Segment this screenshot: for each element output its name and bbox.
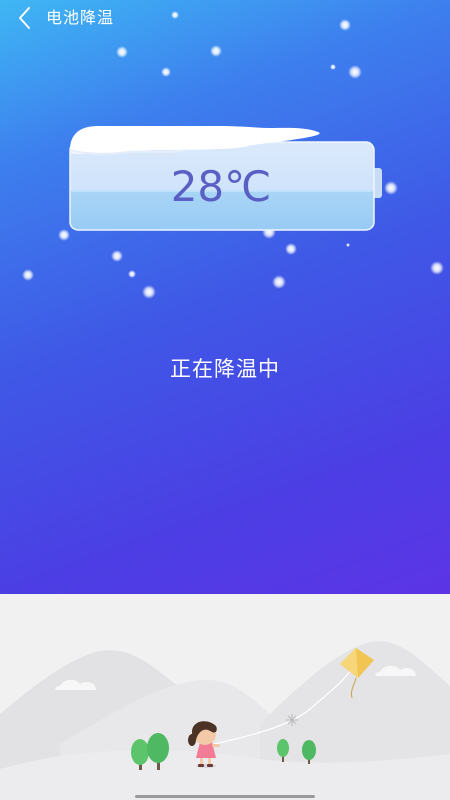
snowflake (142, 285, 156, 299)
snowflake (348, 65, 362, 79)
chevron-left-icon (19, 7, 30, 29)
snowflake (128, 270, 136, 278)
snowflake (171, 11, 179, 19)
kite-scene-illustration (0, 594, 450, 800)
snowflake (346, 243, 350, 247)
snowflake (285, 243, 297, 255)
snowflake (210, 45, 222, 57)
snowflake (430, 261, 444, 275)
cooling-status-text: 正在降温中 (170, 357, 280, 381)
snowflake (272, 275, 286, 289)
back-button[interactable] (10, 4, 40, 32)
snowflake (161, 67, 171, 77)
snowflake (111, 250, 123, 262)
snowflake (22, 269, 34, 281)
home-indicator (135, 795, 315, 798)
top-bar: 电池降温 (0, 0, 450, 38)
page-title: 电池降温 (46, 8, 115, 27)
snowflake (330, 64, 336, 70)
battery-temperature: 28℃ (170, 162, 272, 211)
snowflake (116, 46, 128, 58)
snowflake (339, 19, 351, 31)
cooling-hero: 电池降温 28℃ 正在降温中 (0, 0, 450, 594)
